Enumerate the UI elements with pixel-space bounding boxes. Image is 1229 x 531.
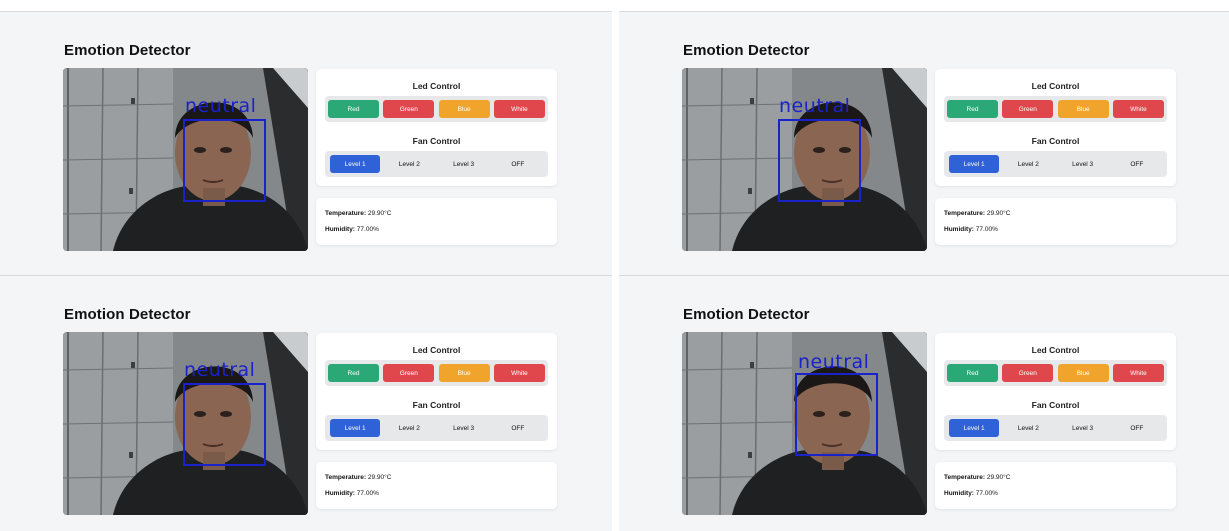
camera-feed: neutral <box>682 68 927 251</box>
led-green-button[interactable]: Green <box>383 100 435 118</box>
fan-level-3-button[interactable]: Level 3 <box>439 155 489 173</box>
fan-off-button[interactable]: OFF <box>493 155 543 173</box>
humidity-value: 77.00% <box>975 226 998 233</box>
temperature-value: 29.90°C <box>367 210 392 217</box>
led-white-button[interactable]: White <box>1112 100 1164 118</box>
temperature-reading: Temperature: 29.90°C <box>944 210 1010 217</box>
fan-control-heading: Fan Control <box>1031 400 1080 410</box>
fan-level-2-button[interactable]: Level 2 <box>1003 419 1053 437</box>
temperature-value: 29.90°C <box>986 210 1011 217</box>
fan-level-2-button[interactable]: Level 2 <box>384 419 434 437</box>
fan-level-1-button[interactable]: Level 1 <box>949 419 1000 437</box>
humidity-label: Humidity: <box>325 490 355 497</box>
humidity-label: Humidity: <box>944 226 974 233</box>
led-red-button[interactable]: Red <box>947 364 998 382</box>
led-green-button[interactable]: Green <box>1002 364 1054 382</box>
humidity-reading: Humidity: 77.00% <box>325 226 379 233</box>
led-control-heading: Led Control <box>412 81 461 91</box>
emotion-detector-panel-3: Emotion Detector neutral Led Control Red… <box>0 276 612 531</box>
fan-level-2-button[interactable]: Level 2 <box>384 155 434 173</box>
led-green-button[interactable]: Green <box>383 364 435 382</box>
fan-level-1-button[interactable]: Level 1 <box>330 155 381 173</box>
humidity-value: 77.00% <box>356 490 379 497</box>
humidity-value: 77.00% <box>975 490 998 497</box>
humidity-label: Humidity: <box>944 490 974 497</box>
fan-control-heading: Fan Control <box>412 400 461 410</box>
sensor-readings-card: Temperature: 29.90°C Humidity: 77.00% <box>316 198 557 245</box>
fan-level-1-button[interactable]: Level 1 <box>330 419 381 437</box>
fan-button-group: Level 1 Level 2 Level 3 OFF <box>325 415 548 441</box>
fan-level-3-button[interactable]: Level 3 <box>439 419 489 437</box>
emotion-detector-panel-1: Emotion Detector neutral Led Control Red… <box>0 12 612 275</box>
led-red-button[interactable]: Red <box>328 364 379 382</box>
led-control-heading: Led Control <box>1031 81 1080 91</box>
temperature-label: Temperature: <box>325 210 367 217</box>
humidity-value: 77.00% <box>356 226 379 233</box>
fan-off-button[interactable]: OFF <box>1112 419 1162 437</box>
humidity-reading: Humidity: 77.00% <box>325 490 379 497</box>
fan-control-heading: Fan Control <box>1031 136 1080 146</box>
camera-feed: neutral <box>63 332 308 515</box>
led-blue-button[interactable]: Blue <box>438 100 490 118</box>
led-button-group: Red Green Blue White <box>325 96 548 122</box>
fan-level-1-button[interactable]: Level 1 <box>949 155 1000 173</box>
screenshot-grid: Emotion Detector neutral Led Control Red… <box>0 0 1229 531</box>
led-button-group: Red Green Blue White <box>325 360 548 386</box>
controls-card: Led Control Red Green Blue White Fan Con… <box>935 333 1176 450</box>
fan-level-3-button[interactable]: Level 3 <box>1058 419 1108 437</box>
emotion-detector-panel-2: Emotion Detector neutral Led Control Red… <box>619 12 1229 275</box>
humidity-reading: Humidity: 77.00% <box>944 490 998 497</box>
camera-feed: neutral <box>63 68 308 251</box>
led-white-button[interactable]: White <box>493 364 545 382</box>
led-red-button[interactable]: Red <box>947 100 998 118</box>
temperature-label: Temperature: <box>944 474 986 481</box>
led-red-button[interactable]: Red <box>328 100 379 118</box>
controls-card: Led Control Red Green Blue White Fan Con… <box>316 69 557 186</box>
page-title: Emotion Detector <box>683 42 810 59</box>
sensor-readings-card: Temperature: 29.90°C Humidity: 77.00% <box>316 462 557 509</box>
fan-level-3-button[interactable]: Level 3 <box>1058 155 1108 173</box>
fan-level-2-button[interactable]: Level 2 <box>1003 155 1053 173</box>
face-detection-box <box>778 119 861 202</box>
face-detection-box <box>183 119 266 202</box>
face-detection-box <box>795 373 878 456</box>
led-button-group: Red Green Blue White <box>944 96 1167 122</box>
emotion-detector-panel-4: Emotion Detector neutral Led Control Red… <box>619 276 1229 531</box>
fan-button-group: Level 1 Level 2 Level 3 OFF <box>325 151 548 177</box>
led-green-button[interactable]: Green <box>1002 100 1054 118</box>
temperature-label: Temperature: <box>325 474 367 481</box>
fan-off-button[interactable]: OFF <box>1112 155 1162 173</box>
temperature-reading: Temperature: 29.90°C <box>944 474 1010 481</box>
led-button-group: Red Green Blue White <box>944 360 1167 386</box>
led-blue-button[interactable]: Blue <box>1057 364 1109 382</box>
sensor-readings-card: Temperature: 29.90°C Humidity: 77.00% <box>935 198 1176 245</box>
temperature-value: 29.90°C <box>367 474 392 481</box>
controls-card: Led Control Red Green Blue White Fan Con… <box>316 333 557 450</box>
led-white-button[interactable]: White <box>493 100 545 118</box>
vertical-gutter <box>612 0 619 531</box>
temperature-value: 29.90°C <box>986 474 1011 481</box>
led-blue-button[interactable]: Blue <box>438 364 490 382</box>
fan-control-heading: Fan Control <box>412 136 461 146</box>
temperature-reading: Temperature: 29.90°C <box>325 210 391 217</box>
sensor-readings-card: Temperature: 29.90°C Humidity: 77.00% <box>935 462 1176 509</box>
fan-button-group: Level 1 Level 2 Level 3 OFF <box>944 151 1167 177</box>
humidity-label: Humidity: <box>325 226 355 233</box>
temperature-reading: Temperature: 29.90°C <box>325 474 391 481</box>
humidity-reading: Humidity: 77.00% <box>944 226 998 233</box>
controls-card: Led Control Red Green Blue White Fan Con… <box>935 69 1176 186</box>
page-title: Emotion Detector <box>64 306 191 323</box>
temperature-label: Temperature: <box>944 210 986 217</box>
led-control-heading: Led Control <box>412 345 461 355</box>
page-title: Emotion Detector <box>683 306 810 323</box>
led-blue-button[interactable]: Blue <box>1057 100 1109 118</box>
led-white-button[interactable]: White <box>1112 364 1164 382</box>
led-control-heading: Led Control <box>1031 345 1080 355</box>
fan-button-group: Level 1 Level 2 Level 3 OFF <box>944 415 1167 441</box>
camera-feed: neutral <box>682 332 927 515</box>
face-detection-box <box>183 383 266 466</box>
page-title: Emotion Detector <box>64 42 191 59</box>
fan-off-button[interactable]: OFF <box>493 419 543 437</box>
